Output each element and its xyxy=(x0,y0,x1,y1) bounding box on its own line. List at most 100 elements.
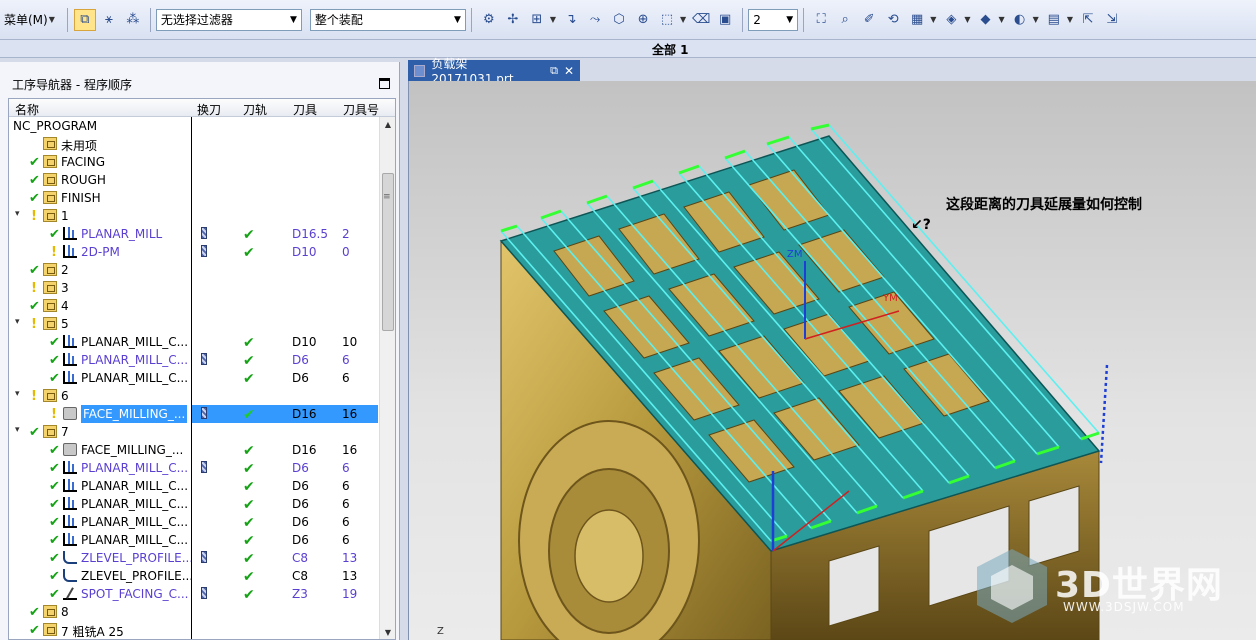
point-snap-dropdown[interactable]: ⊞ ▼ xyxy=(525,9,559,31)
file-tab[interactable]: 负载架20171031.prt ⧉ ✕ xyxy=(408,57,580,86)
type-filter-select[interactable]: 无选择过滤器 ▼ xyxy=(155,8,302,31)
toolpath-check-icon: ✔ xyxy=(243,461,255,477)
collapse-icon[interactable]: ▾ xyxy=(15,317,20,327)
close-icon[interactable]: ✕ xyxy=(564,64,574,78)
collapse-icon[interactable]: ▾ xyxy=(15,425,20,435)
chevron-down-icon: ▼ xyxy=(930,15,937,24)
move-layer-icon[interactable]: ⇲ xyxy=(1101,9,1123,31)
operation-row[interactable]: ✔ ZLEVEL_PROFILE... ✔ C8 13 xyxy=(9,567,379,585)
vertical-scrollbar[interactable]: ▲ ≡ ▼ xyxy=(379,117,395,639)
select-tree-icon[interactable]: ⚹ xyxy=(98,9,120,31)
program-group-row[interactable]: ✔ FINISH xyxy=(9,189,379,207)
zoom-icon[interactable]: ⌕ xyxy=(834,9,856,31)
column-path[interactable]: 刀轨 xyxy=(243,101,267,118)
operation-row[interactable]: ✔ PLANAR_MILL_C... ✔ D6 6 xyxy=(9,351,379,369)
operation-row[interactable]: ✔ PLANAR_MILL ✔ D16.5 2 xyxy=(9,225,379,243)
complete-check-icon: ✔ xyxy=(29,623,40,638)
face-milling-icon xyxy=(63,407,77,420)
program-group-row[interactable]: ▾! 5 xyxy=(9,315,379,333)
operation-row[interactable]: ✔ PLANAR_MILL_C... ✔ D10 10 xyxy=(9,333,379,351)
snap-point-icon[interactable]: ✢ xyxy=(502,9,524,31)
select-hierarchy-icon[interactable]: ⁂ xyxy=(122,9,144,31)
operation-row[interactable]: ✔ PLANAR_MILL_C... ✔ D6 6 xyxy=(9,477,379,495)
midpoint-icon[interactable]: ⤳ xyxy=(584,9,606,31)
program-group-row[interactable]: ▾ ✔ 7 xyxy=(9,423,379,441)
program-group-row[interactable]: ✔ FACING xyxy=(9,153,379,171)
program-folder-icon xyxy=(43,389,57,402)
toolpath-check-icon: ✔ xyxy=(243,371,255,387)
tool-number: 6 xyxy=(342,353,350,367)
shaded-cube-icon: ◆ xyxy=(980,12,991,27)
column-tool-number[interactable]: 刀具号 xyxy=(343,101,379,118)
shaded-dropdown[interactable]: ◆ ▼ xyxy=(974,9,1008,31)
tool-name: C8 xyxy=(292,569,309,583)
pan-icon[interactable]: ✐ xyxy=(858,9,880,31)
orient-view-dropdown[interactable]: ◈ ▼ xyxy=(939,9,973,31)
program-group-row[interactable]: ! 3 xyxy=(9,279,379,297)
planar-mill-icon xyxy=(63,461,77,474)
layer-select[interactable]: 2 ▼ xyxy=(748,8,799,31)
tool-number: 6 xyxy=(342,461,350,475)
scroll-down-icon[interactable]: ▼ xyxy=(380,625,395,639)
tool-change-icon xyxy=(201,587,207,599)
section-dropdown[interactable]: ◐ ▼ xyxy=(1008,9,1042,31)
box-select-dropdown[interactable]: ⬚ ▼ xyxy=(655,9,689,31)
column-name[interactable]: 名称 xyxy=(15,101,39,118)
program-folder-icon xyxy=(43,263,57,276)
operation-row[interactable]: ✔ SPOT_FACING_C... ✔ Z3 19 xyxy=(9,585,379,603)
cube-view-icon[interactable]: ▣ xyxy=(714,9,736,31)
maximize-icon[interactable] xyxy=(379,78,390,89)
intersection-icon[interactable]: ⊕ xyxy=(632,9,654,31)
column-tool[interactable]: 刀具 xyxy=(293,101,317,118)
eraser-icon[interactable]: ⌫ xyxy=(690,9,712,31)
zlevel-profile-icon xyxy=(63,569,77,582)
program-group-row[interactable]: ✔ 8 xyxy=(9,603,379,621)
display-dropdown[interactable]: ▤ ▼ xyxy=(1042,9,1076,31)
graphics-viewport[interactable]: ↙? ZM YM Z 3D世界网 WWW.3DSJW.COM xyxy=(408,81,1256,640)
toolbar-separator xyxy=(149,7,151,32)
collapse-icon[interactable]: ▾ xyxy=(15,209,20,219)
planar-mill-icon xyxy=(63,245,77,258)
chevron-down-icon: ▼ xyxy=(1032,15,1039,24)
toolpath-check-icon: ✔ xyxy=(243,479,255,495)
work-layer-icon[interactable]: ⇱ xyxy=(1077,9,1099,31)
operation-row[interactable]: ✔ PLANAR_MILL_C... ✔ D6 6 xyxy=(9,369,379,387)
select-feature-icon[interactable]: ⧉ xyxy=(73,8,96,31)
operation-row[interactable]: ✔ FACE_MILLING_... ✔ D16 16 xyxy=(9,441,379,459)
operation-row[interactable]: ✔ PLANAR_MILL_C... ✔ D6 6 xyxy=(9,459,379,477)
program-group-row[interactable]: ✔ 4 xyxy=(9,297,379,315)
regenerate-warning-icon: ! xyxy=(31,317,37,332)
operation-navigator: 工序导航器 - 程序顺序 名称 换刀 刀轨 刀具 刀具号 NC_PROGRAM 未… xyxy=(0,62,400,640)
program-group-row[interactable]: ✔ 2 xyxy=(9,261,379,279)
program-group-row[interactable]: ▾! 6 xyxy=(9,387,379,405)
operation-row[interactable]: ✔ PLANAR_MILL_C... ✔ D6 6 xyxy=(9,513,379,531)
row-name: 1 xyxy=(61,209,69,223)
fit-view-icon[interactable]: ⛶ xyxy=(810,9,832,31)
program-group-row[interactable]: ▾! 1 xyxy=(9,207,379,225)
program-group-row[interactable]: ✔ ROUGH xyxy=(9,171,379,189)
root-row[interactable]: NC_PROGRAM xyxy=(9,117,379,135)
rotate-icon[interactable]: ⟲ xyxy=(882,9,904,31)
layer-value: 2 xyxy=(753,12,761,27)
program-group-row[interactable]: ✔ 7 粗铣A 25 xyxy=(9,621,379,639)
main-toolbar: 菜单(M) ▼ ⧉ ⚹ ⁂ 无选择过滤器 ▼ 整个装配 ▼ ⚙ ✢ ⊞ ▼ ↴ … xyxy=(0,0,1256,40)
program-group-row[interactable]: 未用项 xyxy=(9,135,379,153)
tool-number: 6 xyxy=(342,497,350,511)
operation-row[interactable]: ✔ PLANAR_MILL_C... ✔ D6 6 xyxy=(9,531,379,549)
operation-row[interactable]: ! FACE_MILLING_... ✔ D16 16 xyxy=(9,405,379,423)
general-selection-icon[interactable]: ⚙ xyxy=(478,9,500,31)
control-point-icon[interactable]: ⬡ xyxy=(608,9,630,31)
render-style-dropdown[interactable]: ▦ ▼ xyxy=(905,9,939,31)
assembly-scope-select[interactable]: 整个装配 ▼ xyxy=(309,8,466,31)
operation-row[interactable]: ✔ PLANAR_MILL_C... ✔ D6 6 xyxy=(9,495,379,513)
column-toolchange[interactable]: 换刀 xyxy=(197,101,221,118)
undock-icon[interactable]: ⧉ xyxy=(550,64,558,78)
complete-check-icon: ✔ xyxy=(49,515,60,530)
operation-row[interactable]: ✔ ZLEVEL_PROFILE... ✔ C8 13 xyxy=(9,549,379,567)
collapse-icon[interactable]: ▾ xyxy=(15,389,20,399)
endpoint-icon[interactable]: ↴ xyxy=(560,9,582,31)
scroll-up-icon[interactable]: ▲ xyxy=(380,117,395,133)
menu-button[interactable]: 菜单(M) ▼ xyxy=(0,10,62,30)
operation-row[interactable]: ! 2D-PM ✔ D10 0 xyxy=(9,243,379,261)
planar-mill-icon xyxy=(63,497,77,510)
